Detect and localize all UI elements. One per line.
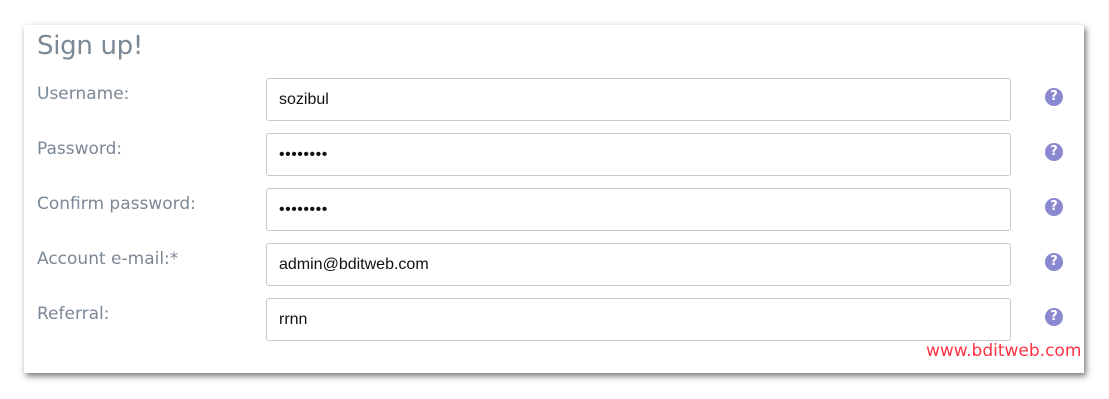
confirm-password-input[interactable] (266, 188, 1011, 231)
form-title: Sign up! (37, 31, 143, 61)
help-icon[interactable]: ? (1045, 308, 1063, 326)
referral-label: Referral: (37, 304, 110, 324)
password-label: Password: (37, 139, 123, 159)
help-icon[interactable]: ? (1045, 88, 1063, 106)
email-input[interactable] (266, 243, 1011, 286)
confirm-password-label: Confirm password: (37, 194, 196, 214)
help-icon[interactable]: ? (1045, 253, 1063, 271)
email-label: Account e-mail:* (37, 249, 179, 269)
referral-row: Referral: ? (24, 298, 1084, 341)
password-input[interactable] (266, 133, 1011, 176)
signup-panel: Sign up! Username: ? Password: ? Confirm… (24, 25, 1084, 373)
help-icon[interactable]: ? (1045, 143, 1063, 161)
email-row: Account e-mail:* ? (24, 243, 1084, 286)
watermark-text: www.bditweb.com (926, 341, 1082, 361)
referral-input[interactable] (266, 298, 1011, 341)
confirm-password-row: Confirm password: ? (24, 188, 1084, 231)
username-input[interactable] (266, 78, 1011, 121)
username-label: Username: (37, 84, 130, 104)
help-icon[interactable]: ? (1045, 198, 1063, 216)
password-row: Password: ? (24, 133, 1084, 176)
username-row: Username: ? (24, 78, 1084, 121)
